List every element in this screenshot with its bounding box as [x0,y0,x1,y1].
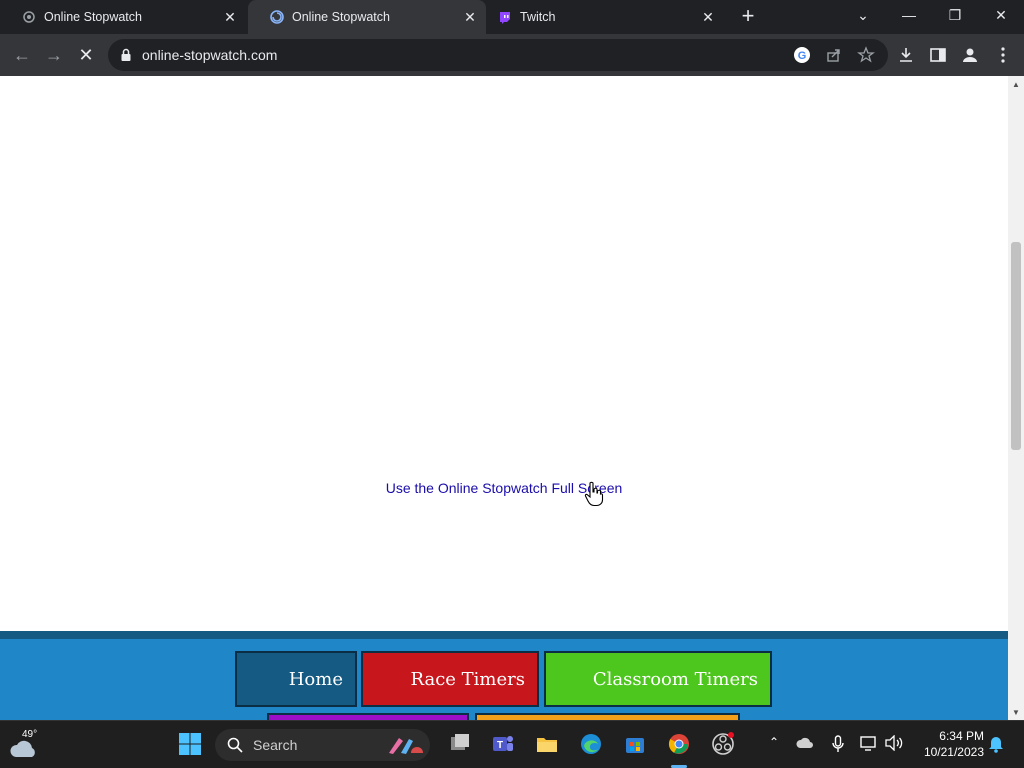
nav-orange-button[interactable] [475,713,740,720]
cloud-icon [10,740,35,757]
search-icon [227,737,243,753]
close-window-button[interactable]: ✕ [978,0,1024,30]
task-view-icon[interactable] [446,730,474,758]
notification-bell-icon[interactable] [986,735,1006,755]
fullscreen-link[interactable]: Use the Online Stopwatch Full Screen [0,480,1008,496]
tab-strip: Online Stopwatch ✕ Online Stopwatch ✕ Tw… [0,0,1024,34]
nav-purple-button[interactable] [267,713,469,720]
nav-race-timers-label: Race Timers [410,668,525,690]
scroll-thumb[interactable] [1011,242,1021,450]
browser-toolbar: ← → ✕ online-stopwatch.com G [0,34,1024,76]
page-scrollbar[interactable]: ▲ ▼ [1008,76,1024,720]
taskbar-search-box[interactable]: Search [215,729,430,761]
new-tab-button[interactable]: + [737,5,759,27]
nav-home-label: Home [288,668,343,690]
bookmark-star-icon[interactable] [856,45,876,65]
restore-button[interactable]: ❐ [932,0,978,30]
microphone-icon[interactable] [828,735,848,755]
microsoft-store-icon[interactable] [621,730,649,758]
stop-loading-button[interactable]: ✕ [74,43,98,67]
svg-text:G: G [798,50,807,62]
search-highlight-icon [389,738,423,754]
svg-text:T: T [497,740,503,751]
volume-icon[interactable] [884,734,904,755]
edge-icon[interactable] [577,730,605,758]
nav-race-timers-button[interactable]: Race Timers [361,651,539,707]
kebab-menu-icon[interactable] [993,45,1013,65]
onedrive-icon[interactable] [795,735,815,755]
url-text: online-stopwatch.com [142,47,278,63]
scroll-up-arrow-icon[interactable]: ▲ [1008,80,1024,90]
share-icon[interactable] [824,45,844,65]
tab-search-chevron-icon[interactable]: ⌄ [840,0,886,30]
lock-icon [120,48,134,62]
twitch-favicon-icon [498,10,512,24]
tab-title: Online Stopwatch [292,10,390,24]
nav-classroom-timers-button[interactable]: Classroom Timers [544,651,772,707]
nav-home-button[interactable]: Home [235,651,357,707]
file-explorer-icon[interactable] [533,730,561,758]
stopwatch-favicon-icon [22,10,36,24]
address-bar[interactable]: online-stopwatch.com G [108,39,888,71]
chrome-icon[interactable] [665,730,693,758]
show-hidden-icons-chevron-icon[interactable]: ⌃ [764,735,784,755]
clock-time: 6:34 PM [939,729,984,743]
profile-avatar-icon[interactable] [960,45,980,65]
scroll-down-arrow-icon[interactable]: ▼ [1008,708,1024,718]
tab-close-icon[interactable]: ✕ [222,9,238,25]
nav-classroom-timers-label: Classroom Timers [592,668,758,690]
obs-icon[interactable] [709,730,737,758]
tab-online-stopwatch-1[interactable]: Online Stopwatch ✕ [0,0,246,34]
taskbar-clock[interactable]: 6:34 PM 10/21/2023 [914,728,984,760]
minimize-button[interactable]: — [886,0,932,30]
teams-icon[interactable]: T [489,730,517,758]
download-icon[interactable] [896,45,916,65]
windows-taskbar: 49° Search T ⌃ 6:34 PM 10/21/2023 [0,720,1024,768]
google-lens-icon[interactable]: G [792,45,812,65]
windows-start-icon[interactable] [176,730,204,758]
back-button[interactable]: ← [10,43,34,67]
hand-cursor-icon [584,481,604,507]
tab-online-stopwatch-2[interactable]: Online Stopwatch ✕ [248,0,486,34]
side-panel-icon[interactable] [928,45,948,65]
network-icon[interactable] [859,735,879,755]
stopwatch-favicon-icon [270,10,284,24]
tab-close-icon[interactable]: ✕ [700,9,716,25]
tab-twitch[interactable]: Twitch ✕ [476,0,724,34]
tab-title: Online Stopwatch [44,10,142,24]
clock-date: 10/21/2023 [923,745,984,759]
search-label: Search [253,737,298,753]
tab-title: Twitch [520,10,556,24]
page-viewport: Use the Online Stopwatch Full Screen Hom… [0,76,1008,720]
forward-button[interactable]: → [42,43,66,67]
weather-widget[interactable]: 49° [8,729,48,761]
